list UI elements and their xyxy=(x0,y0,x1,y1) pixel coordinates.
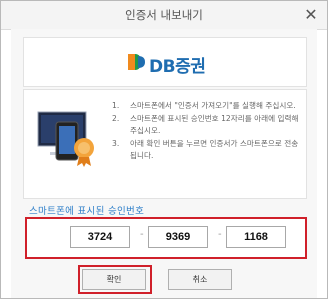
step-number: 3. xyxy=(112,138,120,148)
dialog-content: DB증권 1. 스마트폰에서 "인증서 가져오기"를 실행해 주십시오. 2. … xyxy=(11,29,317,298)
close-button[interactable]: ✕ xyxy=(301,5,321,25)
instruction-step: 1. 스마트폰에서 "인증서 가져오기"를 실행해 주십시오. xyxy=(112,100,302,113)
auth-code-field-2[interactable] xyxy=(148,226,208,248)
instructions-panel: 1. 스마트폰에서 "인증서 가져오기"를 실행해 주십시오. 2. 스마트폰에… xyxy=(23,89,307,199)
auth-code-group: - - xyxy=(25,217,307,259)
window-title: 인증서 내보내기 xyxy=(125,8,203,22)
monitor-phone-certificate-icon xyxy=(37,111,94,167)
instruction-steps: 1. 스마트폰에서 "인증서 가져오기"를 실행해 주십시오. 2. 스마트폰에… xyxy=(112,100,302,163)
step-number: 1. xyxy=(112,101,120,110)
db-logo-mark-icon xyxy=(128,54,145,70)
auth-code-field-3[interactable] xyxy=(226,226,286,248)
brand-logo-text: DB증권 xyxy=(149,57,206,77)
export-certificate-dialog: 인증서 내보내기 ✕ DB증권 1. 스마트폰에서 "인증서 가져오기"를 실행… xyxy=(0,0,328,299)
step-text: 아래 확인 버튼을 누르면 인증서가 스마트폰으로 전송됩니다. xyxy=(130,138,299,161)
close-icon: ✕ xyxy=(304,5,318,24)
step-number: 2. xyxy=(112,113,120,123)
auth-code-field-1[interactable] xyxy=(70,226,130,248)
separator: - xyxy=(218,229,222,240)
title-bar: 인증서 내보내기 ✕ xyxy=(1,1,327,30)
cancel-button[interactable]: 취소 xyxy=(168,269,232,290)
step-text: 스마트폰에서 "인증서 가져오기"를 실행해 주십시오. xyxy=(130,101,296,110)
auth-code-label: 스마트폰에 표시된 승인번호 xyxy=(29,206,145,217)
instruction-step: 2. 스마트폰에 표시된 승인번호 12자리를 아래에 입력해주십시오. xyxy=(112,113,302,138)
step-text: 스마트폰에 표시된 승인번호 12자리를 아래에 입력해주십시오. xyxy=(130,113,299,136)
instruction-step: 3. 아래 확인 버튼을 누르면 인증서가 스마트폰으로 전송됩니다. xyxy=(112,138,302,163)
brand-banner: DB증권 xyxy=(23,37,307,87)
separator: - xyxy=(140,229,144,240)
confirm-button[interactable]: 확인 xyxy=(82,269,146,290)
